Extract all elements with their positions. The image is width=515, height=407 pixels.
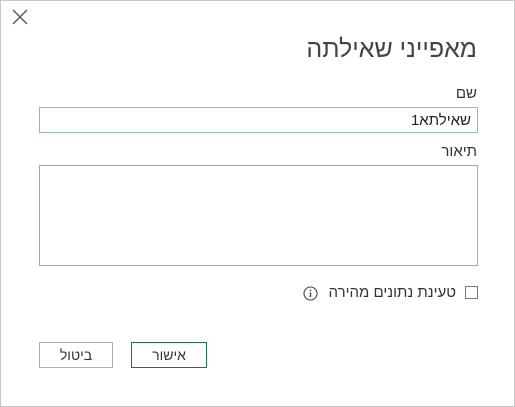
ok-button[interactable]: אישור — [131, 342, 207, 368]
cancel-button[interactable]: ביטול — [39, 342, 113, 368]
info-icon[interactable] — [303, 286, 318, 301]
fast-load-checkbox[interactable] — [465, 286, 478, 299]
query-properties-dialog: מאפייני שאילתה שם תיאור טעינת נתונים מהי… — [0, 0, 515, 407]
fast-load-label: טעינת נתונים מהירה — [328, 284, 456, 301]
name-field[interactable] — [39, 107, 478, 133]
close-icon[interactable] — [10, 7, 30, 27]
description-label: תיאור — [441, 143, 477, 160]
description-field[interactable] — [39, 165, 478, 266]
dialog-title: מאפייני שאילתה — [306, 35, 477, 63]
name-label: שם — [455, 85, 477, 102]
